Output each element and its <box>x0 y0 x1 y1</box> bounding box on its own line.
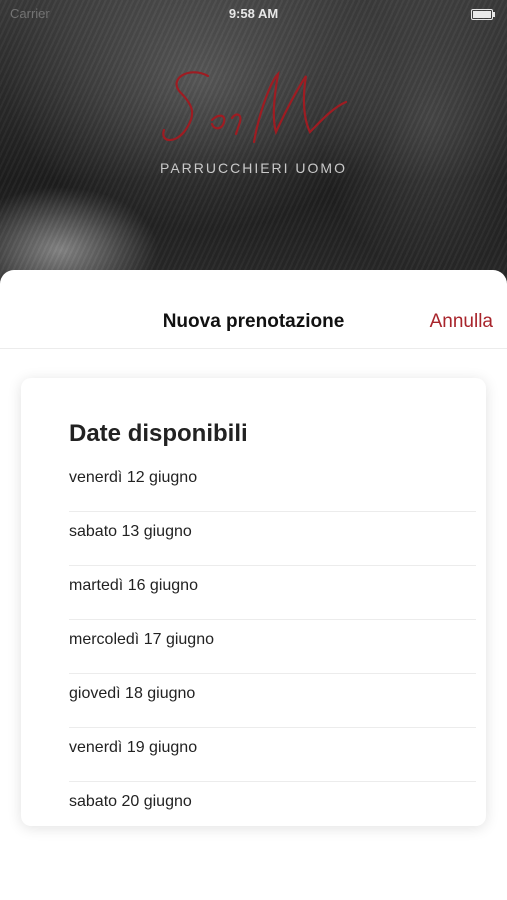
status-bar: Carrier 9:58 AM <box>0 0 507 28</box>
date-item[interactable]: sabato 20 giugno <box>69 782 476 835</box>
cancel-button[interactable]: Annulla <box>430 311 493 333</box>
available-dates-card: Date disponibili venerdì 12 giugno sabat… <box>21 378 486 826</box>
date-item[interactable]: sabato 13 giugno <box>69 512 476 566</box>
date-item[interactable]: giovedì 18 giugno <box>69 674 476 728</box>
date-item[interactable]: venerdì 12 giugno <box>69 458 476 512</box>
battery-icon <box>471 9 495 20</box>
sheet-header: Nuova prenotazione Annulla <box>0 270 507 349</box>
date-item[interactable]: venerdì 19 giugno <box>69 728 476 782</box>
status-time: 9:58 AM <box>228 6 279 21</box>
date-list: venerdì 12 giugno sabato 13 giugno marte… <box>69 458 476 835</box>
brand-logo <box>162 70 348 144</box>
available-dates-heading: Date disponibili <box>69 420 248 447</box>
date-item[interactable]: martedì 16 giugno <box>69 566 476 620</box>
booking-sheet: Nuova prenotazione Annulla Date disponib… <box>0 270 507 900</box>
date-item[interactable]: mercoledì 17 giugno <box>69 620 476 674</box>
brand-subtitle: PARRUCCHIERI UOMO <box>160 160 347 176</box>
